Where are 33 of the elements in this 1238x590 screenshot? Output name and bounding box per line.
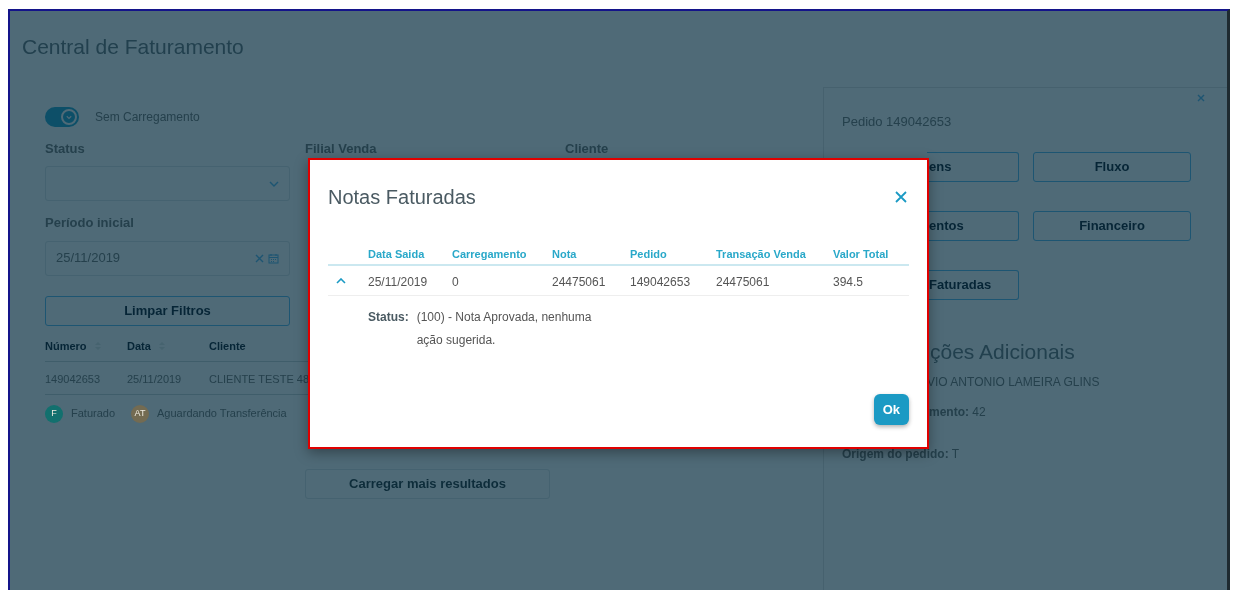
table-cell: 24475061 <box>552 274 606 289</box>
column-header: Transação Venda <box>716 248 806 260</box>
modal-title: Notas Faturadas <box>328 185 476 210</box>
clear-icon[interactable] <box>255 253 264 263</box>
table-cell: 149042653 <box>630 274 691 289</box>
column-header: Carregamento <box>452 248 527 260</box>
detail-label: Status: <box>368 309 409 326</box>
toggle-switch[interactable] <box>45 106 79 127</box>
ok-button[interactable]: Ok <box>873 393 909 425</box>
column-header[interactable]: Número <box>45 337 87 355</box>
table-cell: 25/11/2019 <box>368 274 428 289</box>
clear-filters-button[interactable]: Limpar Filtros <box>45 295 290 326</box>
table-cell: 394.5 <box>833 274 864 289</box>
close-icon[interactable] <box>895 191 907 203</box>
column-header: Data Saida <box>368 248 425 260</box>
table-cell: 0 <box>452 274 459 289</box>
column-header: Nota <box>552 248 577 260</box>
chevron-down-icon <box>269 180 279 187</box>
load-more-button[interactable]: Carregar mais resultados <box>305 468 550 499</box>
column-header[interactable]: Cliente <box>209 337 246 355</box>
panel-button[interactable]: Fluxo <box>1033 151 1191 182</box>
column-header[interactable]: Data <box>127 337 151 355</box>
panel-button[interactable]: Financeiro <box>1033 210 1191 241</box>
status-badge: AT <box>131 404 150 423</box>
column-header: Pedido <box>630 248 667 260</box>
select-field[interactable] <box>45 166 290 201</box>
table-cell: 24475061 <box>716 274 770 289</box>
status-badge: F <box>45 404 63 423</box>
chevron-up-icon[interactable] <box>336 277 346 284</box>
detail-text: (100) - Nota Aprovada, nenhuma ação sugerida. <box>416 309 593 349</box>
calendar-icon[interactable] <box>268 252 279 264</box>
column-header: Valor Total <box>833 248 889 260</box>
close-icon[interactable] <box>1197 94 1205 102</box>
